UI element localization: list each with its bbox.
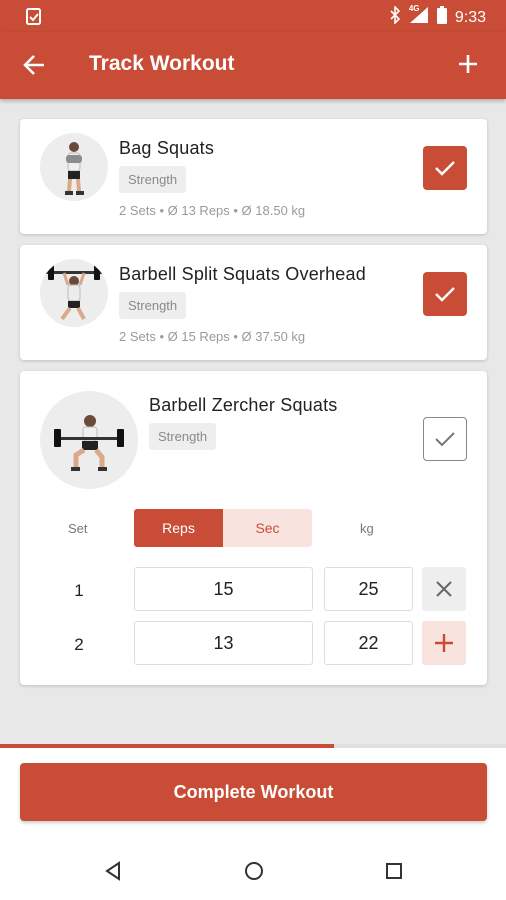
signal-icon: 4G [408,4,429,29]
complete-workout-button[interactable]: Complete Workout [20,763,487,821]
back-triangle-icon[interactable] [102,860,124,882]
exercise-name: Barbell Split Squats Overhead [119,264,366,284]
complete-checkbox[interactable] [423,417,467,461]
check-icon [435,432,455,447]
exercise-card-expanded[interactable]: Barbell Zercher Squats Strength Set Reps… [20,371,487,685]
battery-icon [436,6,447,29]
exercise-name: Bag Squats [119,138,215,158]
add-set-button[interactable] [422,621,466,665]
exercise-name: Barbell Zercher Squats [149,395,338,415]
page-title: Track Workout [89,52,235,75]
bluetooth-icon [389,5,401,29]
status-time: 9:33 [454,8,486,26]
app-bar: Track Workout [0,32,506,99]
complete-checkbox[interactable] [423,146,467,190]
reps-sec-toggle: Reps Sec [134,509,312,547]
close-icon [436,581,452,597]
exercise-card[interactable]: Bag Squats Strength 2 Sets • Ø 13 Reps •… [20,119,487,234]
category-tag: Strength [119,166,187,193]
exercise-stats: 2 Sets • Ø 13 Reps • Ø 18.50 kg [119,203,306,218]
exercise-avatar [40,391,138,489]
system-nav-bar [0,840,506,900]
category-tag: Strength [149,423,217,450]
arrow-back-icon[interactable] [22,52,48,78]
set-column-header: Set [68,521,88,536]
kg-input[interactable]: 25 [324,567,413,611]
weight-column-header: kg [360,521,374,536]
network-label: 4G [408,4,420,13]
check-icon [435,287,455,302]
status-bar: 4G 9:33 [0,0,506,32]
tab-sec[interactable]: Sec [223,509,312,547]
exercise-avatar [40,133,108,201]
plus-icon [435,634,453,652]
reps-input[interactable]: 13 [134,621,313,665]
tab-reps[interactable]: Reps [134,509,223,547]
plus-icon[interactable] [456,52,480,76]
check-icon [435,161,455,176]
home-circle-icon[interactable] [243,860,265,882]
app-clipboard-icon [26,7,42,30]
exercise-card[interactable]: Barbell Split Squats Overhead Strength 2… [20,245,487,360]
reps-input[interactable]: 15 [134,567,313,611]
complete-checkbox[interactable] [423,272,467,316]
category-tag: Strength [119,292,187,319]
exercise-avatar [40,259,108,327]
recents-square-icon[interactable] [383,860,405,882]
kg-input[interactable]: 22 [324,621,413,665]
set-number: 1 [74,581,84,600]
exercise-stats: 2 Sets • Ø 15 Reps • Ø 37.50 kg [119,329,306,344]
set-number: 2 [74,635,84,654]
remove-set-button[interactable] [422,567,466,611]
